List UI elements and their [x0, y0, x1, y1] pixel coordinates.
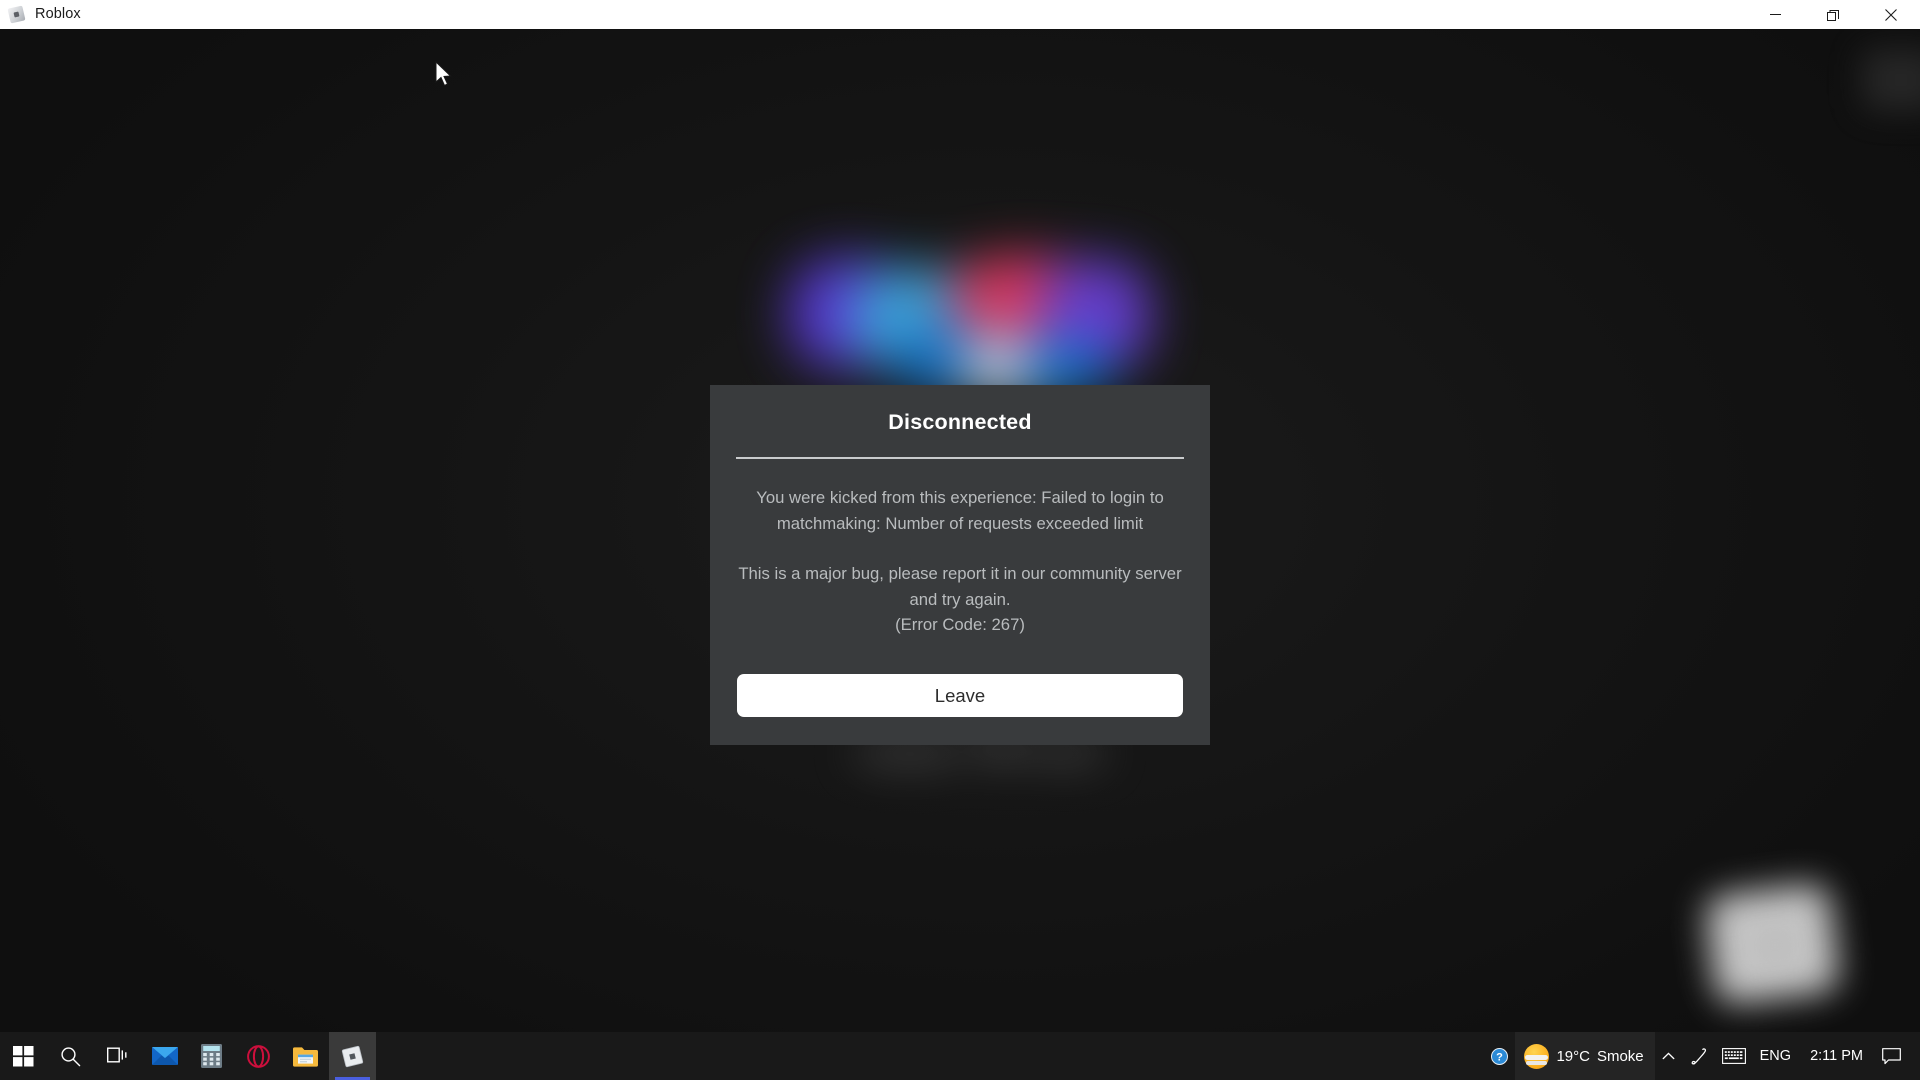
blurred-game-banner: [790, 244, 1150, 396]
game-viewport: Disconnected You were kicked from this e…: [0, 29, 1920, 1060]
dialog-body: You were kicked from this experience: Fa…: [710, 459, 1210, 638]
windows-logo-icon: [13, 1045, 34, 1066]
task-view-button[interactable]: [94, 1032, 141, 1080]
dialog-error-code: (Error Code: 267): [895, 615, 1025, 634]
roblox-app[interactable]: [329, 1032, 376, 1080]
opera-icon: [247, 1044, 270, 1068]
help-button[interactable]: ?: [1484, 1032, 1515, 1080]
restore-button[interactable]: [1804, 0, 1862, 29]
calculator-icon: [201, 1044, 222, 1068]
sun-haze-icon: [1524, 1043, 1550, 1069]
help-icon: ?: [1491, 1047, 1509, 1065]
close-button[interactable]: [1862, 0, 1920, 29]
dialog-title: Disconnected: [888, 410, 1032, 434]
dialog-message-gap: [726, 536, 1194, 561]
mail-app[interactable]: [141, 1032, 188, 1080]
minimize-button[interactable]: [1746, 0, 1804, 29]
clock-time: 2:11 PM: [1810, 1048, 1863, 1064]
show-desktop-button[interactable]: [1908, 1032, 1920, 1080]
notification-icon: [1882, 1047, 1901, 1064]
taskbar: ? 19°C Smoke ENG 2:11 PM: [0, 1032, 1920, 1080]
chevron-up-icon: [1662, 1051, 1675, 1059]
close-icon: [1885, 8, 1897, 21]
mouse-cursor: [435, 61, 452, 87]
search-icon: [61, 1046, 81, 1066]
mail-icon: [151, 1047, 178, 1065]
notifications-button[interactable]: [1875, 1032, 1908, 1080]
folder-icon: [293, 1046, 318, 1067]
restore-icon: [1827, 9, 1839, 21]
blurred-corner-panel-inner: [1752, 924, 1798, 966]
dialog-message-primary: You were kicked from this experience: Fa…: [756, 488, 1164, 533]
weather-temperature: 19°C: [1556, 1047, 1590, 1065]
clock[interactable]: 2:11 PM: [1798, 1032, 1875, 1080]
show-hidden-icons-button[interactable]: [1655, 1032, 1682, 1080]
keyboard-icon: [1721, 1048, 1746, 1064]
opera-app[interactable]: [235, 1032, 282, 1080]
search-button[interactable]: [47, 1032, 94, 1080]
window-controls: [1746, 0, 1920, 29]
calculator-app[interactable]: [188, 1032, 235, 1080]
roblox-icon: [341, 1045, 364, 1067]
task-view-icon: [106, 1047, 126, 1063]
leave-button[interactable]: Leave: [737, 674, 1183, 717]
disconnected-dialog: Disconnected You were kicked from this e…: [710, 385, 1210, 745]
dialog-message-secondary: This is a major bug, please report it in…: [738, 564, 1182, 609]
language-indicator[interactable]: ENG: [1753, 1032, 1798, 1080]
pen-button[interactable]: [1682, 1032, 1715, 1080]
pen-icon: [1691, 1047, 1706, 1065]
system-tray: ? 19°C Smoke ENG 2:11 PM: [1484, 1032, 1920, 1080]
file-explorer-app[interactable]: [282, 1032, 329, 1080]
title-bar[interactable]: Roblox: [0, 0, 1920, 29]
weather-widget[interactable]: 19°C Smoke: [1515, 1032, 1655, 1080]
roblox-icon: [7, 5, 26, 24]
blurred-topright-ui: [1862, 49, 1920, 111]
minimize-icon: [1769, 14, 1781, 15]
roblox-window: Roblox Disconnected You were kicked from…: [0, 0, 1920, 1060]
touch-keyboard-button[interactable]: [1715, 1032, 1753, 1080]
svg-text:?: ?: [1497, 1051, 1504, 1063]
taskbar-apps: [0, 1032, 376, 1080]
start-button[interactable]: [0, 1032, 47, 1080]
window-title: Roblox: [35, 6, 81, 22]
weather-condition: Smoke: [1596, 1047, 1644, 1065]
